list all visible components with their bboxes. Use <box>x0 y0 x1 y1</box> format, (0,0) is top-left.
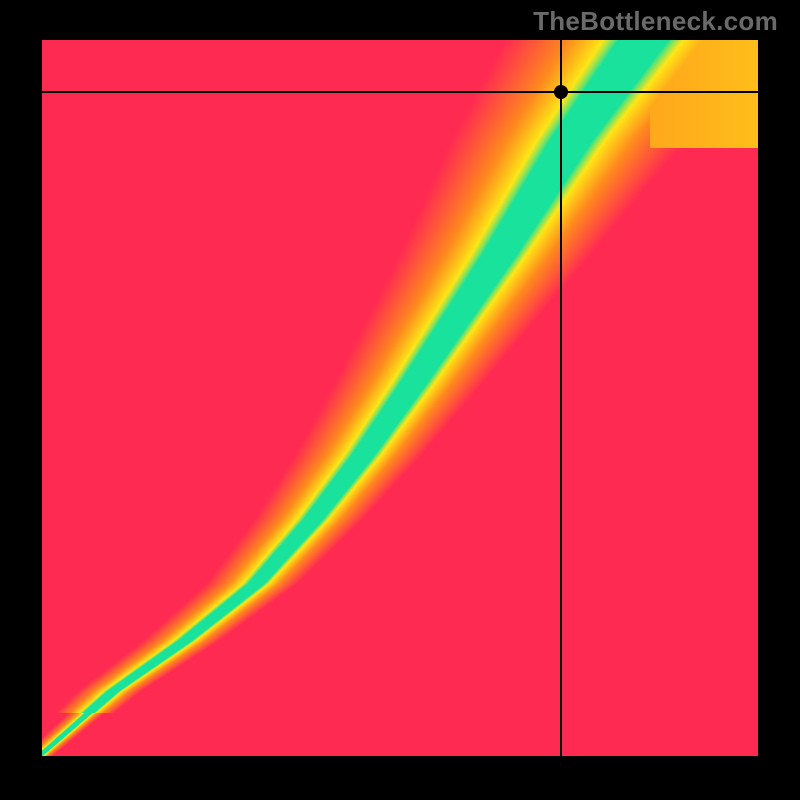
watermark-text: TheBottleneck.com <box>533 6 778 37</box>
crosshair-horizontal <box>42 91 758 93</box>
heatmap-plot <box>42 40 758 756</box>
heatmap-canvas <box>42 40 758 756</box>
marker-dot <box>554 85 568 99</box>
stage: TheBottleneck.com <box>0 0 800 800</box>
crosshair-vertical <box>560 40 562 756</box>
